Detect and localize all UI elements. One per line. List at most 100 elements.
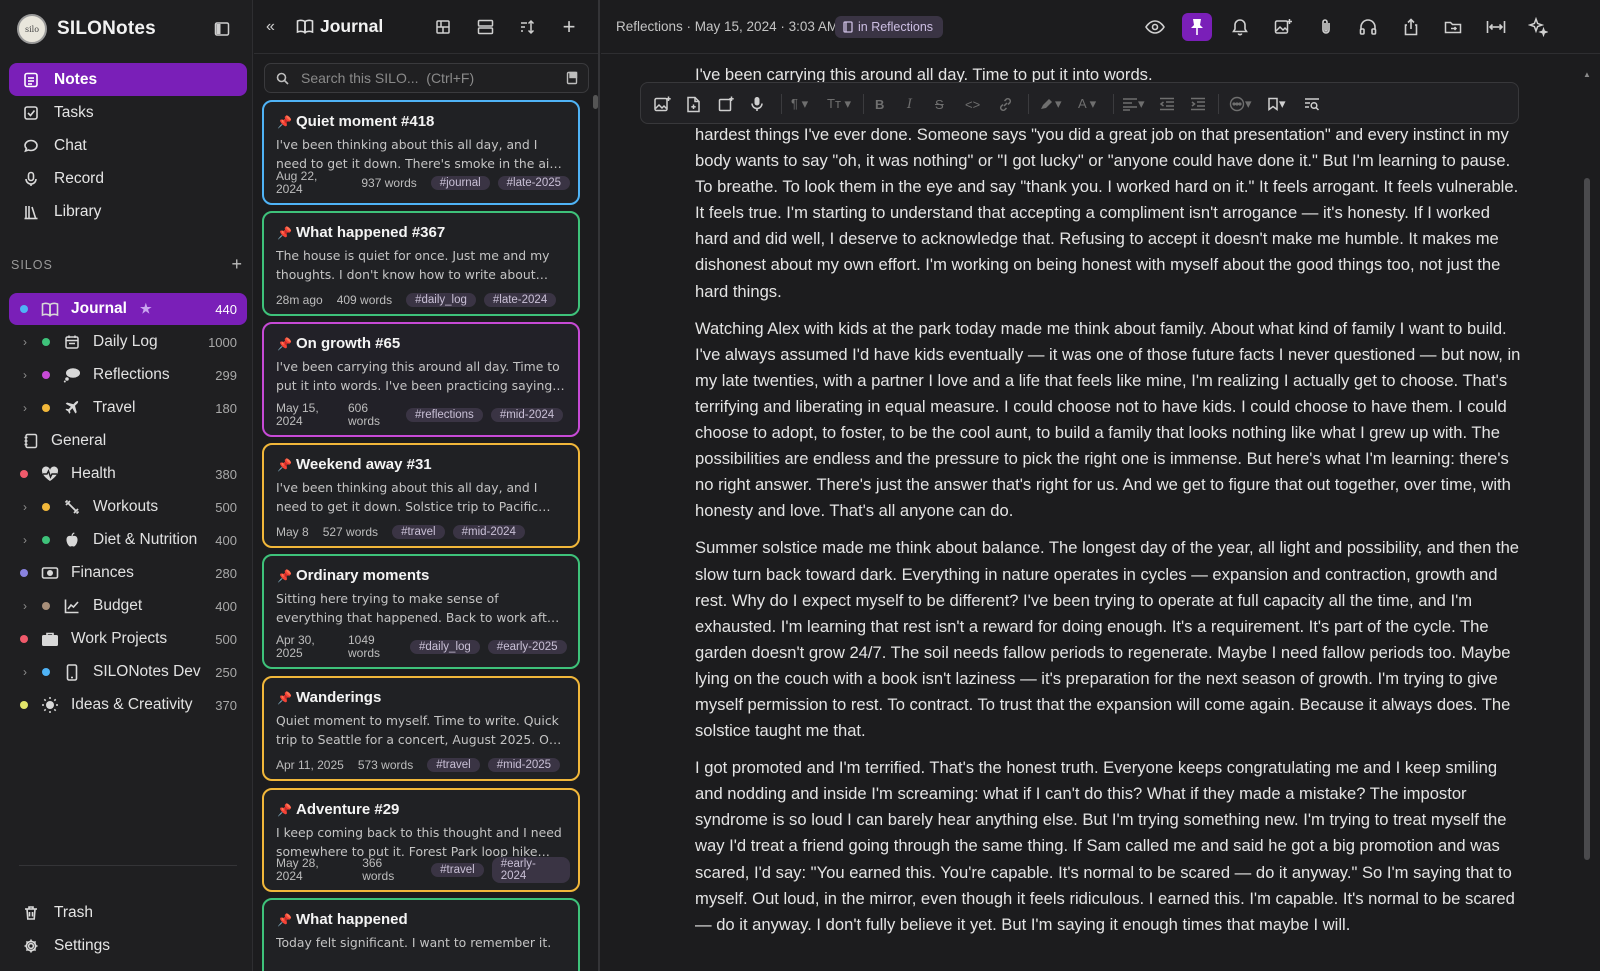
pin-icon[interactable]: 📌 — [277, 226, 292, 240]
silo-item-silonotes-dev[interactable]: › SILONotes Dev 250 — [9, 656, 247, 688]
pin-icon[interactable]: 📌 — [277, 115, 292, 129]
share-icon[interactable] — [1396, 13, 1426, 41]
nav-library[interactable]: Library — [9, 195, 247, 228]
chevron-right-icon[interactable]: › — [23, 368, 27, 382]
move-to-folder-icon[interactable] — [1438, 13, 1468, 41]
note-card[interactable]: 📌 Wanderings Quiet moment to myself. Tim… — [262, 676, 580, 781]
tag-chip[interactable]: #mid-2024 — [452, 525, 525, 539]
tag-chip[interactable]: #mid-2025 — [487, 758, 561, 772]
silo-item-daily-log[interactable]: › Daily Log 1000 — [9, 326, 247, 358]
editor-scrollbar[interactable]: ▲ — [1582, 70, 1592, 970]
find-in-note-icon[interactable] — [1304, 93, 1320, 115]
tag-chip[interactable]: #early-2025 — [487, 640, 567, 654]
silo-badge[interactable]: in Reflections — [835, 16, 944, 38]
grid-view-icon[interactable] — [432, 16, 454, 38]
silo-item-journal[interactable]: Journal ★ 440 — [9, 293, 247, 325]
link-icon[interactable] — [998, 93, 1013, 115]
collapse-sidebar-icon[interactable] — [211, 18, 233, 40]
tag-chip[interactable]: #travel — [427, 758, 480, 772]
chevron-right-icon[interactable]: › — [23, 533, 27, 547]
tag-chip[interactable]: #early-2024 — [491, 857, 570, 883]
insert-image-icon[interactable] — [654, 93, 671, 115]
pin-icon[interactable]: 📌 — [277, 337, 292, 351]
pin-toggle-icon[interactable] — [1182, 13, 1212, 41]
silo-item-workouts[interactable]: › Workouts 500 — [9, 491, 247, 523]
note-card[interactable]: 📌 Adventure #29 I keep coming back to th… — [262, 788, 580, 892]
microphone-icon[interactable] — [750, 93, 764, 115]
insert-file-icon[interactable] — [686, 93, 701, 115]
paragraph-dropdown-icon[interactable]: ¶ ▾ — [791, 93, 808, 115]
search-input[interactable] — [301, 70, 556, 86]
chevron-right-icon[interactable]: › — [23, 401, 27, 415]
silo-item-ideas-creativity[interactable]: Ideas & Creativity 370 — [9, 689, 247, 721]
sort-icon[interactable] — [516, 16, 538, 38]
silo-item-finances[interactable]: Finances 280 — [9, 557, 247, 589]
bold-icon[interactable]: B — [875, 93, 884, 115]
indent-icon[interactable] — [1190, 93, 1206, 115]
double-chevron-left-icon[interactable]: « — [266, 18, 275, 36]
align-dropdown-icon[interactable]: ▾ — [1122, 93, 1145, 115]
pin-icon[interactable]: 📌 — [277, 458, 292, 472]
editor-scrollbar-thumb[interactable] — [1584, 178, 1590, 860]
add-silo-icon[interactable]: + — [231, 255, 243, 273]
silo-item-reflections[interactable]: › Reflections 299 — [9, 359, 247, 391]
headphones-icon[interactable] — [1353, 13, 1383, 41]
silo-item-travel[interactable]: › Travel 180 — [9, 392, 247, 424]
scroll-up-arrow-icon[interactable]: ▲ — [1583, 70, 1591, 79]
nav-notes[interactable]: Notes — [9, 63, 247, 96]
silo-item-health[interactable]: Health 380 — [9, 458, 247, 490]
full-width-icon[interactable] — [1481, 13, 1511, 41]
nav-tasks[interactable]: Tasks — [9, 96, 247, 129]
italic-icon[interactable]: I — [907, 93, 912, 115]
add-note-icon[interactable]: + — [558, 14, 580, 39]
note-list-scrollbar[interactable] — [593, 95, 598, 109]
add-image-icon[interactable] — [1268, 13, 1298, 41]
chevron-right-icon[interactable]: › — [23, 335, 27, 349]
star-icon[interactable]: ★ — [140, 301, 152, 317]
note-card[interactable]: 📌 What happened #367 The house is quiet … — [262, 211, 580, 316]
brand[interactable]: silo SILONotes — [17, 13, 156, 45]
bookmark-dropdown-icon[interactable]: ▾ — [1267, 93, 1286, 115]
tag-chip[interactable]: #journal — [430, 176, 490, 190]
tag-chip[interactable]: #mid-2024 — [490, 408, 564, 422]
pin-icon[interactable]: 📌 — [277, 569, 292, 583]
note-card[interactable]: 📌 Ordinary moments Sitting here trying t… — [262, 554, 580, 669]
silo-item-general[interactable]: General — [9, 425, 247, 457]
list-view-icon[interactable] — [474, 16, 496, 38]
pin-icon[interactable]: 📌 — [277, 913, 292, 927]
nav-trash[interactable]: Trash — [9, 896, 247, 929]
silo-item-work-projects[interactable]: Work Projects 500 — [9, 623, 247, 655]
highlight-dropdown-icon[interactable]: ▾ — [1039, 93, 1062, 115]
note-card[interactable]: 📌 Quiet moment #418 I've been thinking a… — [262, 100, 580, 205]
tag-chip[interactable]: #reflections — [406, 408, 483, 422]
chevron-right-icon[interactable]: › — [23, 665, 27, 679]
eye-icon[interactable] — [1140, 13, 1170, 41]
tag-chip[interactable]: #daily_log — [410, 640, 480, 654]
paperclip-icon[interactable] — [1311, 13, 1341, 41]
more-options-icon[interactable]: ▾ — [1229, 93, 1252, 115]
font-size-dropdown-icon[interactable]: Tт ▾ — [827, 93, 851, 115]
silo-item-diet-nutrition[interactable]: › Diet & Nutrition 400 — [9, 524, 247, 556]
pin-icon[interactable]: 📌 — [277, 803, 292, 817]
text-color-dropdown-icon[interactable]: A ▾ — [1078, 93, 1096, 115]
tag-chip[interactable]: #late-2024 — [483, 293, 557, 307]
pin-icon[interactable]: 📌 — [277, 691, 292, 705]
chevron-right-icon[interactable]: › — [23, 599, 27, 613]
outdent-icon[interactable] — [1159, 93, 1175, 115]
tag-chip[interactable]: #travel — [431, 863, 484, 877]
insert-block-icon[interactable] — [718, 93, 734, 115]
nav-record[interactable]: Record — [9, 162, 247, 195]
strikethrough-icon[interactable]: S — [935, 93, 944, 115]
code-icon[interactable]: <> — [965, 93, 980, 115]
note-card[interactable]: 📌 What happened Today felt significant. … — [262, 898, 580, 971]
nav-chat[interactable]: Chat — [9, 129, 247, 162]
clipboard-icon[interactable] — [566, 71, 578, 85]
nav-settings[interactable]: Settings — [9, 929, 247, 962]
tag-chip[interactable]: #late-2025 — [497, 176, 570, 190]
chevron-right-icon[interactable]: › — [23, 500, 27, 514]
silo-item-budget[interactable]: › Budget 400 — [9, 590, 247, 622]
note-card[interactable]: 📌 Weekend away #31 I've been thinking ab… — [262, 443, 580, 548]
bell-icon[interactable] — [1225, 13, 1255, 41]
tag-chip[interactable]: #travel — [392, 525, 445, 539]
sparkle-ai-icon[interactable] — [1523, 13, 1553, 41]
